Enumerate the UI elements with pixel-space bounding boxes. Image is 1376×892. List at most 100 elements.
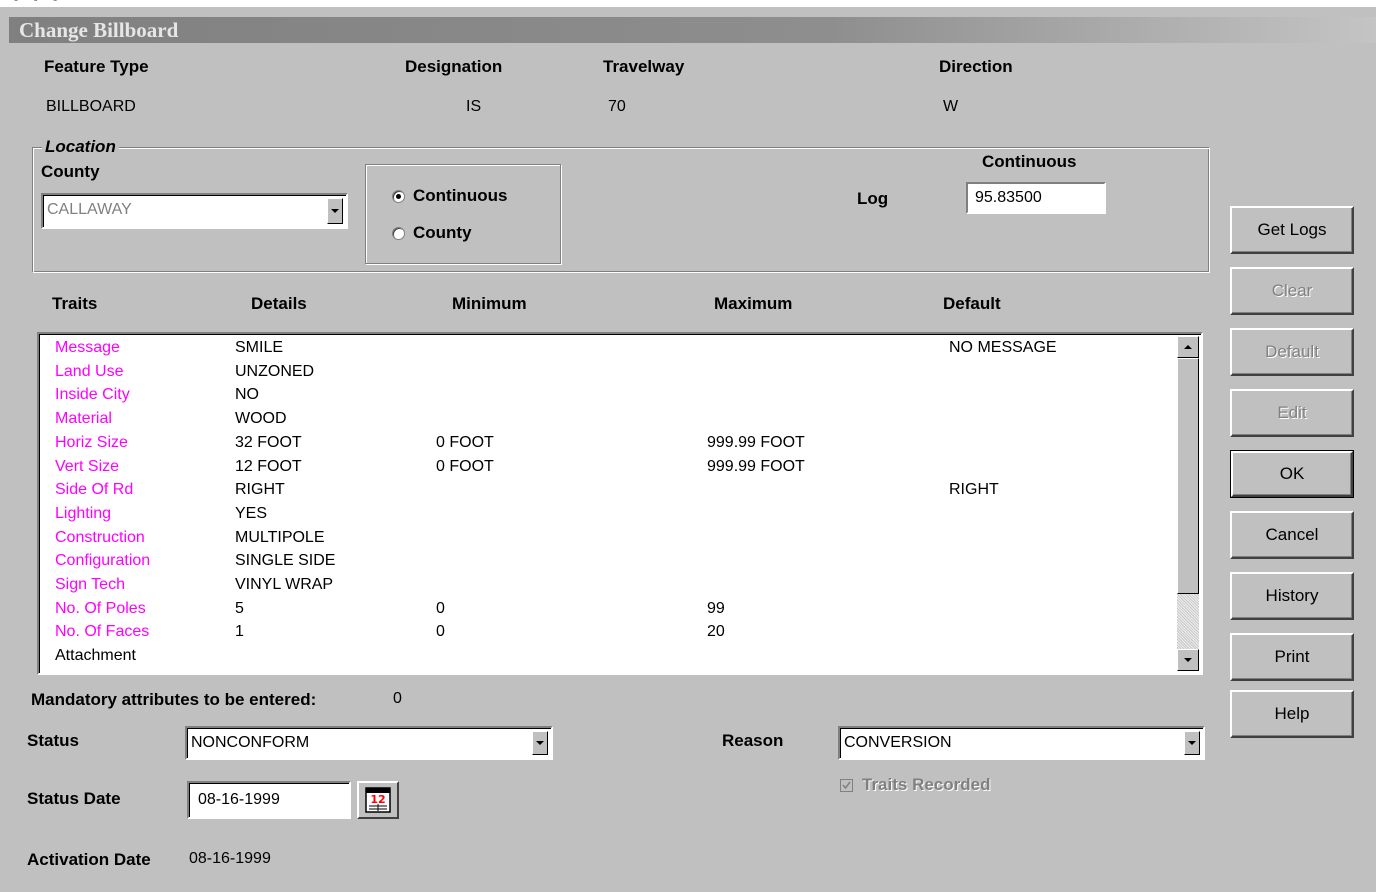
- chevron-down-icon: [331, 209, 339, 213]
- clear-button[interactable]: Clear: [1230, 267, 1354, 315]
- table-row[interactable]: Lighting YES: [39, 505, 1189, 529]
- table-row[interactable]: Horiz Size 32 FOOT 0 FOOT 999.99 FOOT: [39, 434, 1189, 458]
- ok-button[interactable]: OK: [1230, 450, 1354, 498]
- designation-label: Designation: [405, 57, 503, 76]
- radio-county[interactable]: County: [392, 223, 472, 243]
- reason-dropdown-button[interactable]: [1184, 731, 1200, 755]
- activation-date-value: 08-16-1999: [189, 850, 271, 867]
- trait-cell-maximum: 99: [707, 599, 725, 617]
- menu-bar-remnant: ▪ ▪ ▪: [0, 0, 1376, 7]
- status-date-value: 08-16-1999: [198, 791, 280, 808]
- trait-cell-details: 12 FOOT: [235, 457, 302, 475]
- trait-cell-maximum: 999.99 FOOT: [707, 433, 805, 451]
- status-dropdown-button[interactable]: [532, 731, 548, 755]
- travelway-value: 70: [608, 98, 626, 115]
- trait-cell-trait: Material: [55, 410, 112, 428]
- trait-cell-details: SINGLE SIDE: [235, 552, 336, 570]
- reason-label: Reason: [722, 731, 784, 750]
- trait-cell-minimum: 0 FOOT: [436, 433, 494, 451]
- trait-cell-maximum: 999.99 FOOT: [707, 457, 805, 475]
- trait-cell-trait: Attachment: [55, 647, 136, 665]
- trait-cell-trait: Construction: [55, 528, 145, 546]
- scroll-thumb[interactable]: [1177, 358, 1199, 594]
- continuous-header: Continuous: [982, 152, 1077, 171]
- county-combo-value: CALLAWAY: [47, 201, 132, 218]
- table-row[interactable]: No. Of Poles 5 0 99: [39, 600, 1189, 624]
- reason-combo-value: CONVERSION: [844, 734, 952, 751]
- table-row[interactable]: Material WOOD: [39, 410, 1189, 434]
- trait-cell-trait: Horiz Size: [55, 433, 128, 451]
- trait-cell-details: WOOD: [235, 410, 287, 428]
- traits-scrollbar[interactable]: [1177, 336, 1199, 671]
- trait-cell-maximum: 20: [707, 623, 725, 641]
- log-input[interactable]: 95.83500: [966, 182, 1106, 214]
- county-dropdown-button[interactable]: [327, 198, 343, 224]
- mandatory-count: 0: [393, 690, 402, 707]
- scroll-up-button[interactable]: [1177, 336, 1199, 358]
- trait-cell-details: MULTIPOLE: [235, 528, 325, 546]
- reason-combo[interactable]: CONVERSION: [838, 726, 1205, 760]
- trait-cell-trait: Side Of Rd: [55, 481, 134, 499]
- table-row[interactable]: Message SMILE NO MESSAGE: [39, 339, 1189, 363]
- table-row[interactable]: Construction MULTIPOLE: [39, 529, 1189, 553]
- calendar-button[interactable]: 12: [357, 781, 399, 819]
- table-row[interactable]: No. Of Faces 1 0 20: [39, 623, 1189, 647]
- trait-cell-trait: Configuration: [55, 552, 151, 570]
- traits-list[interactable]: Message SMILE NO MESSAGE Land Use UNZONED Ins…: [37, 332, 1203, 675]
- travelway-label: Travelway: [603, 57, 685, 76]
- trait-cell-trait: Sign Tech: [55, 576, 125, 593]
- edit-button[interactable]: Edit: [1230, 389, 1354, 437]
- arrow-up-icon: [1184, 345, 1192, 349]
- trait-cell-minimum: 0 FOOT: [436, 457, 494, 475]
- arrow-down-icon: [1184, 658, 1192, 662]
- table-row[interactable]: Land Use UNZONED: [39, 363, 1189, 387]
- maximum-header: Maximum: [714, 294, 793, 313]
- trait-cell-default: RIGHT: [949, 481, 999, 499]
- table-row[interactable]: Inside City NO: [39, 386, 1189, 410]
- log-input-value: 95.83500: [975, 189, 1042, 206]
- default-button[interactable]: Default: [1230, 328, 1354, 376]
- status-combo-value: NONCONFORM: [191, 734, 310, 751]
- trait-cell-trait: No. Of Poles: [55, 599, 146, 617]
- table-row[interactable]: Vert Size 12 FOOT 0 FOOT 999.99 FOOT: [39, 458, 1189, 482]
- history-button[interactable]: History: [1230, 572, 1354, 620]
- radio-continuous[interactable]: Continuous: [392, 186, 507, 206]
- county-combo[interactable]: CALLAWAY: [41, 193, 348, 229]
- print-button[interactable]: Print: [1230, 633, 1354, 681]
- table-row[interactable]: Sign Tech VINYL WRAP: [39, 576, 1189, 600]
- cancel-button[interactable]: Cancel: [1230, 511, 1354, 559]
- designation-value: IS: [466, 98, 482, 115]
- trait-cell-details: 32 FOOT: [235, 433, 302, 451]
- log-label: Log: [857, 189, 889, 208]
- county-label: County: [41, 162, 100, 181]
- table-row[interactable]: Configuration SINGLE SIDE: [39, 552, 1189, 576]
- details-header: Details: [251, 294, 307, 313]
- activation-date-label: Activation Date: [27, 850, 151, 869]
- feature-type-label: Feature Type: [44, 57, 149, 76]
- location-legend: Location: [42, 137, 119, 157]
- trait-cell-trait: Message: [55, 339, 120, 356]
- default-header: Default: [943, 294, 1001, 313]
- trait-cell-minimum: 0: [436, 623, 445, 641]
- direction-label: Direction: [939, 57, 1013, 76]
- trait-cell-trait: Inside City: [55, 386, 130, 404]
- mandatory-label: Mandatory attributes to be entered:: [31, 690, 317, 709]
- trait-cell-details: RIGHT: [235, 481, 285, 499]
- chevron-down-icon: [536, 741, 544, 745]
- trait-cell-details: VINYL WRAP: [235, 576, 334, 593]
- feature-type-value: BILLBOARD: [46, 98, 136, 115]
- trait-cell-trait: No. Of Faces: [55, 623, 150, 641]
- table-row[interactable]: Side Of Rd RIGHT RIGHT: [39, 481, 1189, 505]
- help-button[interactable]: Help: [1230, 690, 1354, 738]
- trait-cell-details: 5: [235, 599, 244, 617]
- status-combo[interactable]: NONCONFORM: [185, 726, 553, 760]
- status-date-input[interactable]: 08-16-1999: [187, 781, 351, 819]
- table-row[interactable]: Attachment: [39, 647, 1189, 671]
- traits-recorded-checkbox[interactable]: Traits Recorded: [840, 775, 991, 795]
- location-mode-radio-group: [365, 164, 561, 264]
- minimum-header: Minimum: [452, 294, 527, 313]
- traits-recorded-label: Traits Recorded: [862, 775, 991, 794]
- get-logs-button[interactable]: Get Logs: [1230, 206, 1354, 254]
- trait-cell-details: SMILE: [235, 339, 284, 356]
- scroll-down-button[interactable]: [1177, 649, 1199, 671]
